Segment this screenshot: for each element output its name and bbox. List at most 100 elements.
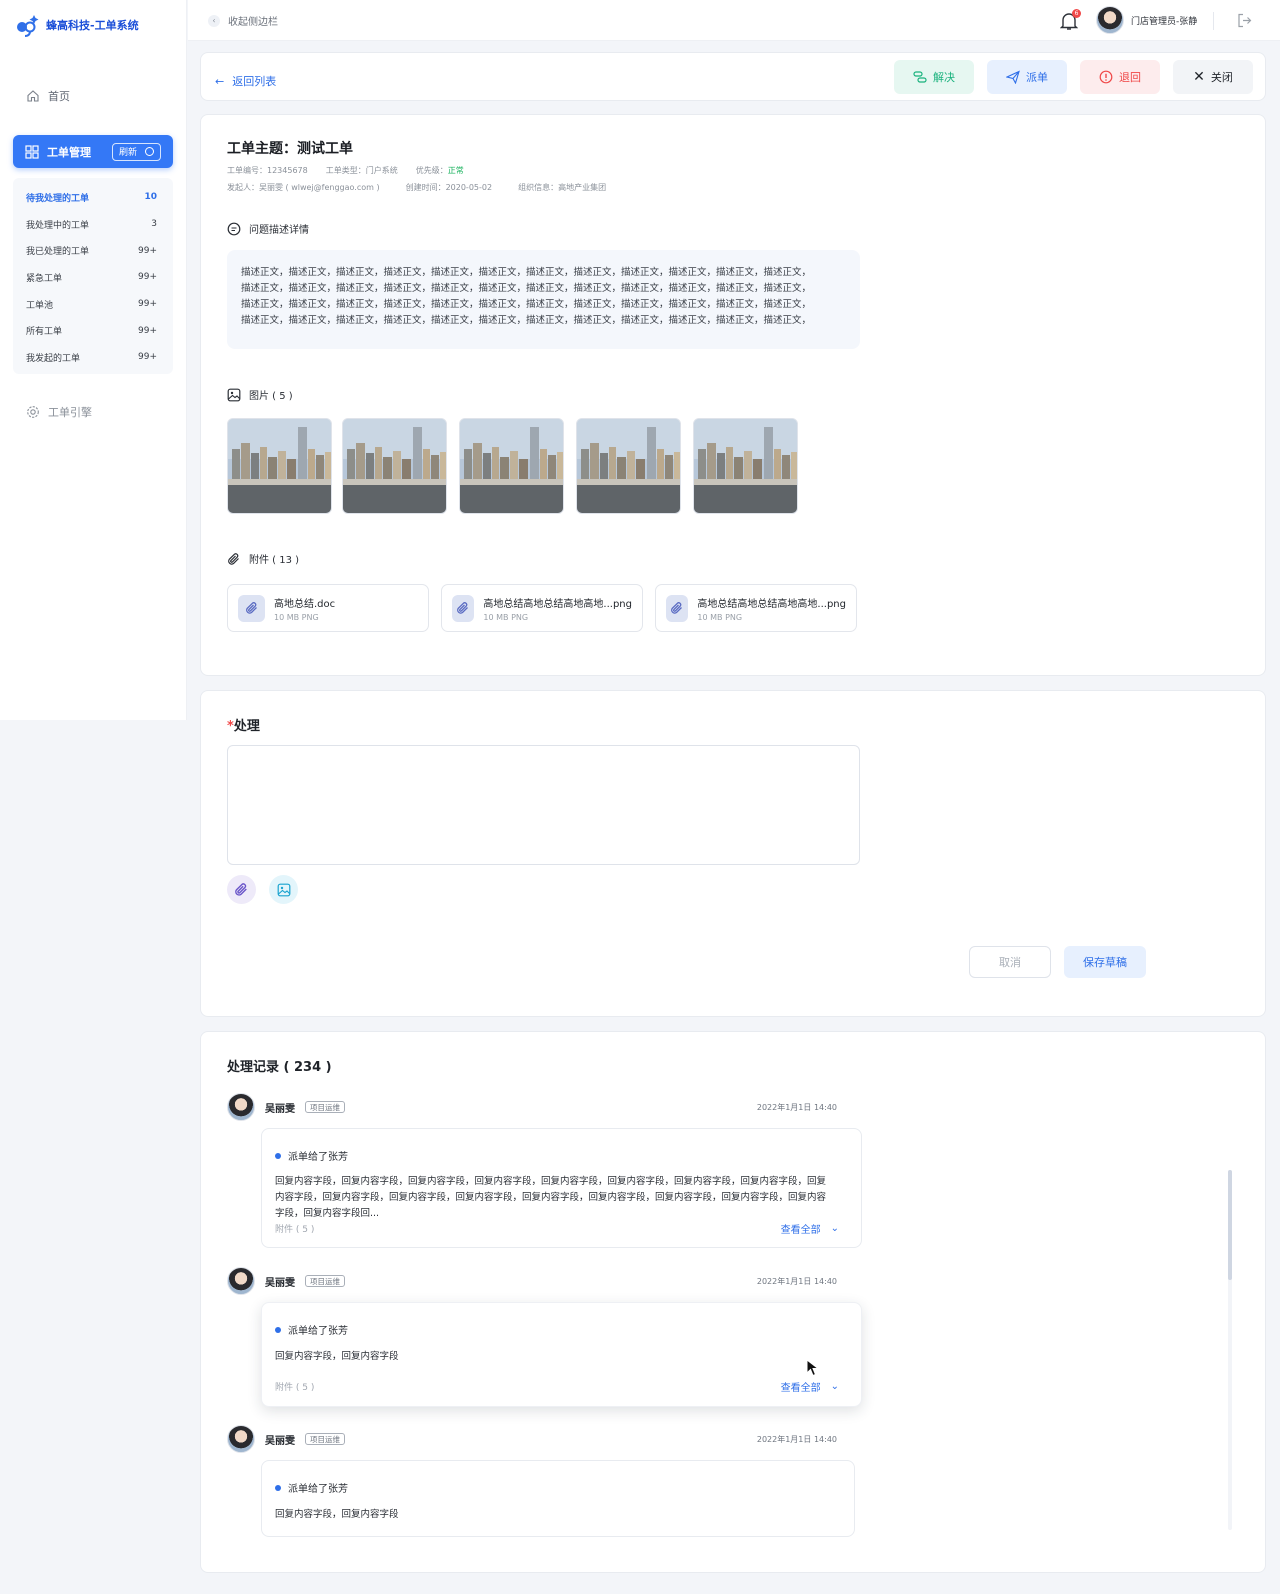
file-size: 10 MB PNG (483, 612, 529, 622)
view-all-label: 查看全部 (780, 1383, 821, 1394)
submenu-item-processed[interactable]: 我已处理的工单 99+ (13, 237, 173, 264)
view-all-link[interactable]: 查看全部 ⌄ (781, 1221, 839, 1236)
record-entry: 派单给了张芳 回复内容字段，回复内容字段 (261, 1460, 855, 1537)
return-button[interactable]: 退回 (1080, 60, 1160, 94)
divider (1213, 12, 1214, 30)
records-scrollbar-thumb[interactable] (1228, 1170, 1232, 1280)
back-to-list-link[interactable]: ← 返回列表 (215, 73, 276, 89)
collapse-label: 收起侧边栏 (228, 17, 278, 28)
process-textarea[interactable] (227, 745, 860, 865)
required-marker: * (227, 719, 234, 734)
nav-ticket-management[interactable]: 工单管理 刷新 (13, 135, 173, 168)
record-status: 派单给了张芳 (275, 1480, 348, 1495)
ticket-created: 创建时间：2020-05-02 (405, 183, 493, 192)
avatar (227, 1093, 255, 1121)
close-icon: ✕ (1193, 69, 1205, 85)
send-icon (1006, 70, 1020, 84)
status-dot (275, 1484, 281, 1491)
status-dot (275, 1326, 281, 1333)
submenu-item-processing[interactable]: 我处理中的工单 3 (13, 211, 173, 238)
priority-value: 正常 (447, 166, 464, 175)
record-attachments[interactable]: 附件 ( 5 ) (275, 1222, 314, 1235)
logout-icon[interactable] (1237, 13, 1252, 28)
submenu-item-initiated[interactable]: 我发起的工单 99+ (13, 344, 173, 371)
resolve-button[interactable]: 解决 (894, 60, 974, 94)
cancel-button[interactable]: 取消 (969, 946, 1051, 978)
record-header: 吴丽雯 项目运维 2022年1月1日 14:40 (227, 1093, 837, 1121)
nav-home[interactable]: 首页 (26, 88, 70, 104)
submenu-label: 紧急工单 (26, 273, 63, 284)
record-content: 回复内容字段，回复内容字段 (275, 1351, 399, 1362)
avatar (227, 1425, 255, 1453)
record-author: 吴丽雯 (265, 1103, 295, 1115)
description-line: 描述正文，描述正文，描述正文，描述正文，描述正文，描述正文，描述正文，描述正文，… (241, 315, 812, 326)
file-name: 高地总结.doc (274, 598, 336, 610)
attachment-file[interactable]: 高地总结高地总结高地高地...png 10 MB PNG (441, 584, 643, 632)
avatar (227, 1267, 255, 1295)
city-skyline-image (228, 419, 331, 513)
paperclip-icon (452, 594, 475, 622)
record-attachments[interactable]: 附件 ( 5 ) (275, 1380, 314, 1393)
submenu-label: 我已处理的工单 (26, 247, 90, 258)
submenu-item-pool[interactable]: 工单池 99+ (13, 291, 173, 318)
view-all-link[interactable]: 查看全部 ⌄ (781, 1379, 839, 1394)
submenu-count: 99+ (138, 352, 157, 363)
close-button[interactable]: ✕ 关闭 (1173, 60, 1253, 94)
app-logo[interactable]: 蜂高科技-工单系统 (14, 13, 139, 37)
image-icon (227, 388, 241, 401)
submenu-item-urgent[interactable]: 紧急工单 99+ (13, 264, 173, 291)
back-label: 返回列表 (232, 75, 277, 88)
user-menu[interactable]: 门店管理员-张静 (1096, 6, 1197, 34)
images-heading-label: 图片 ( 5 ) (249, 391, 293, 402)
status-dot (275, 1152, 281, 1159)
app-title: 蜂高科技-工单系统 (46, 19, 139, 32)
ticket-meta-row-2: 发起人：吴丽雯 ( wlwej@fenggao.com ) 创建时间：2020-… (227, 182, 606, 193)
image-thumbnail[interactable] (693, 418, 798, 514)
image-thumbnail[interactable] (576, 418, 681, 514)
submenu-item-pending[interactable]: 待我处理的工单 10 (13, 184, 173, 211)
submenu-count: 3 (151, 219, 157, 230)
role-tag: 项目运维 (305, 1433, 345, 1445)
submenu-label: 工单池 (26, 300, 54, 311)
return-label: 退回 (1119, 71, 1141, 84)
resolve-label: 解决 (933, 71, 955, 84)
chevron-left-icon: ‹ (208, 14, 220, 27)
record-time: 2022年1月1日 14:40 (756, 1102, 837, 1112)
avatar (1096, 6, 1124, 34)
image-thumbnail[interactable] (459, 418, 564, 514)
nav-ticket-engine[interactable]: 工单引擎 (26, 404, 92, 420)
attachment-file[interactable]: 高地总结.doc 10 MB PNG (227, 584, 429, 632)
save-draft-button[interactable]: 保存草稿 (1064, 946, 1146, 978)
info-icon (1099, 70, 1113, 84)
submenu-count: 99+ (138, 325, 157, 336)
image-thumbnail[interactable] (342, 418, 447, 514)
process-title: *处理 (227, 715, 260, 734)
submenu-count: 10 (144, 192, 157, 203)
gear-icon (27, 406, 39, 418)
refresh-button[interactable]: 刷新 (111, 142, 161, 161)
nav-main-label: 工单管理 (47, 145, 91, 159)
process-title-label: 处理 (233, 719, 260, 734)
topbar: ‹ 收起侧边栏 6 门店管理员-张静 (188, 0, 1280, 41)
attachment-file[interactable]: 高地总结高地总结高地高地...png 10 MB PNG (655, 584, 857, 632)
collapse-sidebar-button[interactable]: ‹ 收起侧边栏 (208, 13, 278, 28)
submenu-label: 我处理中的工单 (26, 220, 90, 231)
attach-image-button[interactable] (269, 875, 298, 904)
image-thumbnail[interactable] (227, 418, 332, 514)
submenu-count: 99+ (138, 272, 157, 283)
record-entry: 派单给了张芳 回复内容字段，回复内容字段 附件 ( 5 ) 查看全部 ⌄ (261, 1302, 862, 1407)
refresh-icon (145, 147, 154, 156)
city-skyline-image (460, 419, 563, 513)
submenu-item-all[interactable]: 所有工单 99+ (13, 317, 173, 344)
action-bar: ← 返回列表 解决 派单 退回 ✕ 关闭 (200, 52, 1266, 101)
dispatch-button[interactable]: 派单 (987, 60, 1067, 94)
ticket-type: 工单类型：门户系统 (325, 166, 398, 175)
ticket-detail-card: 工单主题：测试工单 工单编号：12345678 工单类型：门户系统 优先级：正常… (200, 114, 1266, 676)
logo-icon (17, 15, 39, 37)
refresh-label: 刷新 (118, 148, 137, 158)
record-status-label: 派单给了张芳 (288, 1484, 348, 1495)
city-skyline-image (577, 419, 680, 513)
ticket-meta-row-1: 工单编号：12345678 工单类型：门户系统 优先级：正常 (227, 165, 464, 176)
attach-file-button[interactable] (227, 875, 256, 904)
sidebar: 蜂高科技-工单系统 首页 工单管理 刷新 待我处理的工单 10 我处理中的工单 3 … (0, 0, 187, 720)
